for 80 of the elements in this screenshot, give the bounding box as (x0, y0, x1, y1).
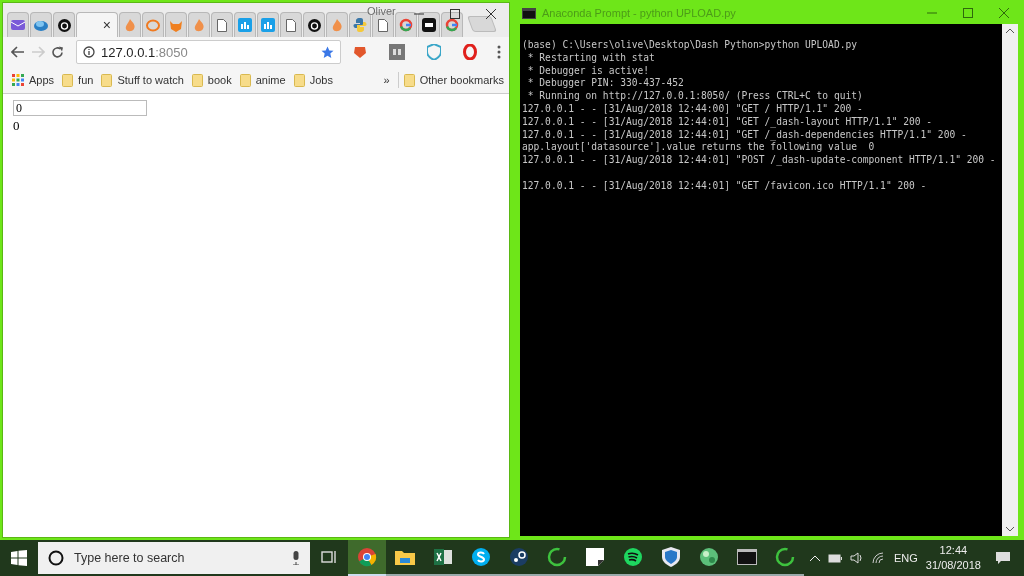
sound-waves-icon (623, 547, 643, 567)
folder-icon (239, 73, 251, 87)
scrollbar[interactable] (1002, 24, 1018, 536)
language-indicator[interactable]: ENG (894, 552, 918, 564)
circle-icon (399, 18, 413, 32)
folder-icon (191, 73, 203, 87)
browser-tab[interactable] (418, 12, 440, 37)
bookmark-item[interactable]: Stuff to watch (98, 71, 187, 89)
scroll-down-icon[interactable] (1006, 527, 1014, 532)
notifications-icon[interactable] (994, 551, 1011, 565)
close-icon[interactable] (486, 9, 496, 19)
star-icon[interactable] (321, 45, 334, 59)
scroll-up-icon[interactable] (1006, 28, 1014, 33)
info-icon[interactable] (83, 46, 95, 58)
chat-icon (471, 547, 491, 567)
folder-icon (395, 549, 415, 565)
bookmark-item[interactable]: Apps (9, 72, 58, 88)
fox-icon (169, 18, 183, 32)
terminal-icon (737, 549, 757, 565)
wifi-icon[interactable] (872, 552, 886, 564)
more-bookmarks-button[interactable]: » (377, 74, 396, 86)
ring-icon (146, 18, 160, 32)
battery-icon[interactable] (828, 553, 842, 563)
window-title: Anaconda Prompt - python UPLOAD.py (542, 7, 736, 19)
microphone-icon[interactable] (292, 551, 300, 565)
task-view-icon[interactable] (321, 550, 337, 564)
search-bar[interactable]: Type here to search (38, 542, 310, 574)
clock[interactable]: 12:44 31/08/2018 (917, 543, 989, 573)
folder-icon (403, 73, 415, 87)
address-bar[interactable]: 127.0.0.1:8050 (76, 40, 341, 64)
page-icon (217, 18, 227, 32)
reload-icon[interactable] (51, 45, 64, 59)
browser-tab[interactable] (303, 12, 325, 37)
shield-icon (662, 547, 680, 567)
snake-icon (353, 18, 367, 32)
spreadsheet-icon (434, 548, 452, 566)
cloud-icon (34, 19, 48, 31)
steam-icon (509, 547, 529, 567)
output-text: 0 (13, 118, 20, 134)
folder-icon (101, 73, 113, 87)
circle-icon (48, 550, 64, 566)
extension-icon[interactable] (389, 44, 405, 60)
browser-tab[interactable]: × (76, 12, 118, 37)
chevron-up-icon[interactable] (810, 555, 820, 561)
flame-icon (331, 18, 343, 32)
volume-icon[interactable] (850, 552, 864, 564)
console-output: (base) C:\Users\olive\Desktop\Dash Python>python UPLOAD.py * Restarting with stat * Debugger is active! * Debugger PIN: 330-437-452 * Running on http://127.0.0.1:8050/ (Press CTRL+C to quit) 127.0.0.1 - - [31/Aug/2018 12:44:00] "GET / HTTP/1.1" 200 - 127.0.0.1 - - [31/Aug/2018 12:44:01] "GET /_dash-layout HTTP/1.1" 200 - 127.0.0.1 - - [31/Aug/2018 12:44:01] "GET /_dash-dependencies HTTP/1.1" 200 - app.layout['datasource'].value returns the following value 0 127.0.0.1 - - [31/Aug/2018 12:44:01] "POST /_dash-update-component HTTP/1.1" 200 - 127.0.0.1 - - [31/Aug/2018 12:44:01] "GET /favicon.ico HTTP/1.1" 200 - (521, 38, 997, 193)
page-icon (286, 18, 296, 32)
ring-icon (775, 547, 795, 567)
page-icon (378, 18, 388, 32)
circle-icon (445, 18, 459, 32)
shield-icon[interactable] (427, 44, 441, 60)
start-icon[interactable] (11, 550, 27, 566)
envelope-icon (11, 19, 25, 31)
chart-icon (238, 18, 252, 32)
search-field[interactable]: Type here to search (72, 550, 284, 566)
grid-icon (12, 74, 24, 86)
globe-icon (699, 547, 719, 567)
bookmark-item[interactable]: fun (59, 71, 97, 89)
input-field[interactable]: 0 (13, 100, 147, 116)
chart-icon (261, 18, 275, 32)
bookmark-item[interactable]: Other bookmarks (400, 71, 507, 89)
maximize-icon[interactable] (450, 9, 460, 19)
folder-icon (62, 73, 74, 87)
flame-icon (193, 18, 205, 32)
profile-name[interactable]: Oliver (367, 5, 396, 17)
terminal-icon (522, 7, 536, 19)
note-icon (586, 548, 604, 566)
ring-icon (547, 547, 567, 567)
browser-tab[interactable] (441, 12, 463, 37)
flame-icon (124, 18, 136, 32)
bookmark-item[interactable]: Jobs (290, 71, 336, 89)
badge-icon (422, 18, 436, 32)
bookmark-item[interactable]: book (188, 71, 235, 89)
folder-icon (293, 73, 305, 87)
back-icon[interactable] (11, 46, 25, 58)
menu-icon[interactable] (497, 45, 501, 59)
browser-tab[interactable] (53, 12, 75, 37)
chrome-icon (357, 547, 377, 567)
bookmark-item[interactable]: anime (236, 71, 289, 89)
